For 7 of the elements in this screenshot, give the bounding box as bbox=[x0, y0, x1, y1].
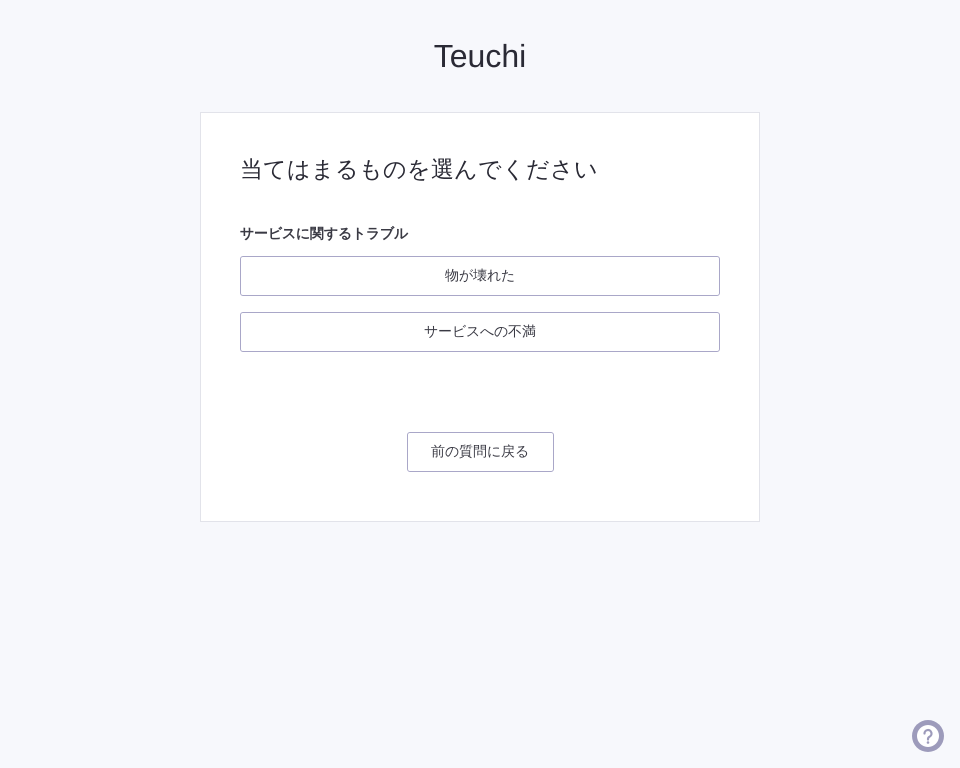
option-button[interactable]: サービスへの不満 bbox=[240, 312, 720, 352]
back-button[interactable]: 前の質問に戻る bbox=[406, 432, 554, 472]
help-icon[interactable] bbox=[912, 720, 944, 752]
section-heading: サービスに関するトラブル bbox=[240, 225, 410, 244]
brand-title: Teuchi bbox=[434, 37, 526, 76]
question-title: 当てはまるものを選んでください bbox=[240, 156, 599, 185]
option-button[interactable]: 物が壊れた bbox=[240, 256, 720, 296]
